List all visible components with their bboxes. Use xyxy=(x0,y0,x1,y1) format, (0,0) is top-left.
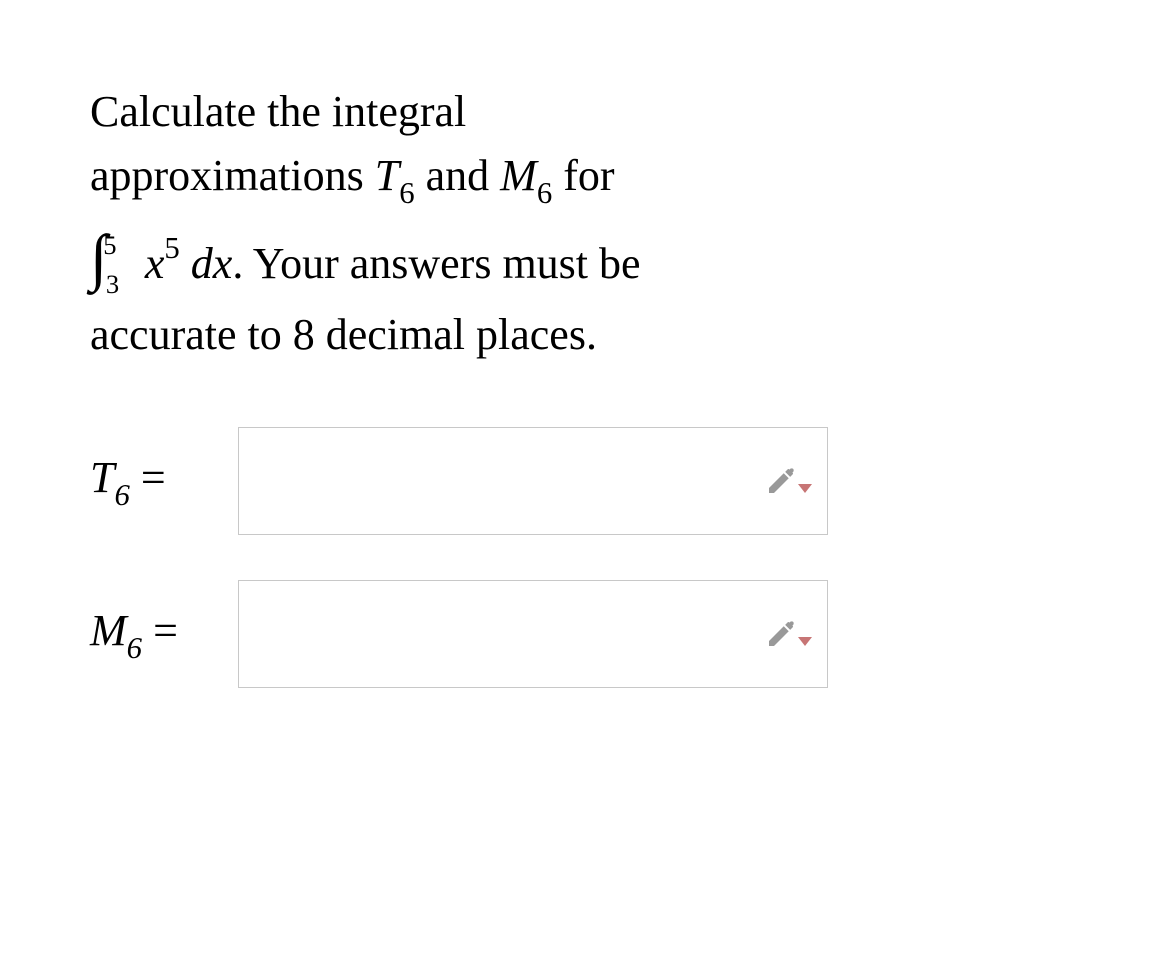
m6-edit-toggle[interactable] xyxy=(765,618,812,650)
t6-answer-row: T6 = xyxy=(90,427,1080,535)
integral-upper-limit: 5 xyxy=(103,230,116,260)
t6-label: T6 = xyxy=(90,452,220,510)
t6-input-wrapper[interactable] xyxy=(238,427,828,535)
m-subscript: 6 xyxy=(537,176,552,210)
for-word: for xyxy=(552,151,614,200)
question-line3: Your answers must be xyxy=(253,239,641,288)
and-word: and xyxy=(415,151,501,200)
t-subscript: 6 xyxy=(399,176,414,210)
integral-expression: ∫53 xyxy=(90,212,134,303)
period: . xyxy=(232,239,252,288)
chevron-down-icon xyxy=(798,637,812,646)
integrand-exponent: 5 xyxy=(164,231,179,265)
m6-equals: = xyxy=(142,606,178,655)
question-line1: Calculate the integral xyxy=(90,87,466,136)
t6-edit-toggle[interactable] xyxy=(765,465,812,497)
t6-input[interactable] xyxy=(254,428,765,534)
pencil-icon xyxy=(765,465,797,497)
pencil-icon xyxy=(765,618,797,650)
dx: dx xyxy=(180,239,233,288)
chevron-down-icon xyxy=(798,484,812,493)
m6-label: M6 = xyxy=(90,605,220,663)
m-variable: M xyxy=(500,151,537,200)
t6-label-var: T xyxy=(90,453,114,502)
integral-lower-limit: 3 xyxy=(106,269,119,299)
m6-label-var: M xyxy=(90,606,127,655)
question-line4: accurate to 8 decimal places. xyxy=(90,310,597,359)
integrand-x: x xyxy=(145,239,165,288)
t6-equals: = xyxy=(130,453,166,502)
m6-answer-row: M6 = xyxy=(90,580,1080,688)
m6-input-wrapper[interactable] xyxy=(238,580,828,688)
t6-label-sub: 6 xyxy=(114,478,129,512)
m6-label-sub: 6 xyxy=(127,631,142,665)
question-text: Calculate the integral approximations T6… xyxy=(90,80,1080,367)
m6-input[interactable] xyxy=(254,581,765,687)
question-line2-prefix: approximations xyxy=(90,151,375,200)
t-variable: T xyxy=(375,151,399,200)
